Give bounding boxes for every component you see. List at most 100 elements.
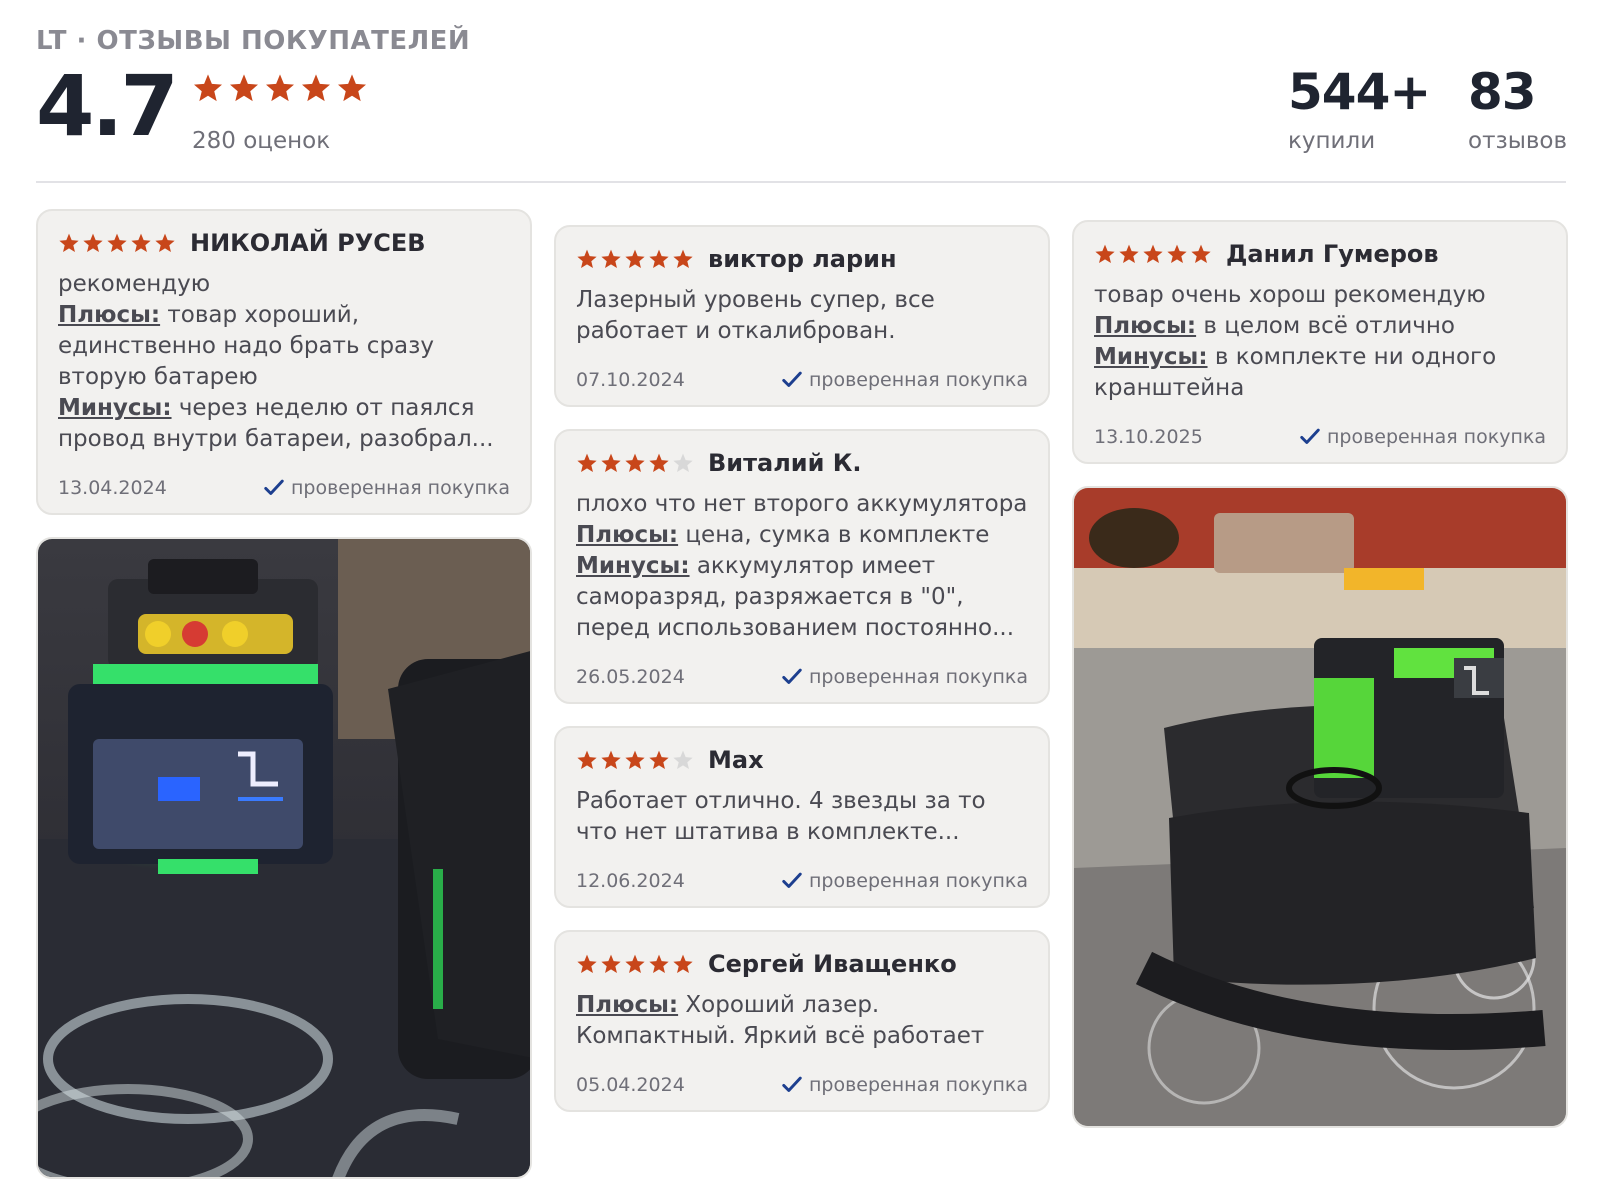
- verified-label: проверенная покупка: [808, 666, 1028, 688]
- star-filled-icon: [1094, 243, 1116, 265]
- review-stars: [58, 232, 176, 254]
- check-icon: [781, 1074, 803, 1096]
- review-text: плохо что нет второго аккумулятора Плюсы…: [576, 489, 1028, 644]
- star-filled-icon: [576, 749, 598, 771]
- laser-level-photo-icon: [38, 539, 530, 1177]
- star-filled-icon: [576, 248, 598, 270]
- star-filled-icon: [600, 248, 622, 270]
- review-photo[interactable]: [1072, 486, 1568, 1128]
- reviews-column-2: виктор ларин Лазерный уровень супер, все…: [554, 225, 1050, 1134]
- review-author: НИКОЛАЙ РУСЕВ: [190, 229, 426, 257]
- verified-label: проверенная покупка: [1326, 426, 1546, 448]
- star-empty-icon: [672, 452, 694, 474]
- star-filled-icon: [672, 953, 694, 975]
- review-author: Данил Гумеров: [1226, 240, 1439, 268]
- brand-title: LT · ОТЗЫВЫ ПОКУПАТЕЛЕЙ: [36, 26, 471, 56]
- review-photo[interactable]: [36, 537, 532, 1179]
- review-card[interactable]: Сергей Иващенко Плюсы: Хороший лазер. Ко…: [554, 930, 1050, 1112]
- check-icon: [781, 369, 803, 391]
- review-author: Виталий К.: [708, 449, 862, 477]
- verified-label: проверенная покупка: [808, 1074, 1028, 1096]
- star-filled-icon: [106, 232, 128, 254]
- check-icon: [781, 666, 803, 688]
- verified-label: проверенная покупка: [290, 477, 510, 499]
- star-filled-icon: [300, 72, 332, 104]
- rating-summary: LT · ОТЗЫВЫ ПОКУПАТЕЛЕЙ 4.7 280 оценок 5…: [36, 0, 1567, 182]
- star-filled-icon: [1118, 243, 1140, 265]
- bought-stat: 544+ купили: [1288, 62, 1431, 154]
- reviews-count: 83: [1468, 63, 1537, 121]
- rating-count: 280 оценок: [192, 128, 331, 154]
- star-filled-icon: [1190, 243, 1212, 265]
- review-card[interactable]: виктор ларин Лазерный уровень супер, все…: [554, 225, 1050, 407]
- review-card[interactable]: НИКОЛАЙ РУСЕВ рекомендую Плюсы: товар хо…: [36, 209, 532, 515]
- star-filled-icon: [154, 232, 176, 254]
- review-date: 13.10.2025: [1094, 426, 1203, 448]
- review-author: Max: [708, 746, 764, 774]
- divider: [36, 181, 1566, 183]
- pros-text: цена, сумка в комплекте: [678, 522, 990, 548]
- review-comment: плохо что нет второго аккумулятора: [576, 491, 1028, 517]
- verified-badge: проверенная покупка: [781, 666, 1028, 688]
- star-filled-icon: [576, 452, 598, 474]
- review-comment: Лазерный уровень супер, все работает и о…: [576, 287, 935, 344]
- star-filled-icon: [648, 953, 670, 975]
- check-icon: [1299, 426, 1321, 448]
- cons-label: Минусы:: [1094, 344, 1208, 370]
- review-card[interactable]: Max Работает отлично. 4 звезды за то что…: [554, 726, 1050, 908]
- star-filled-icon: [228, 72, 260, 104]
- verified-badge: проверенная покупка: [781, 369, 1028, 391]
- star-filled-icon: [130, 232, 152, 254]
- check-icon: [263, 477, 285, 499]
- verified-label: проверенная покупка: [808, 369, 1028, 391]
- pros-label: Плюсы:: [576, 992, 679, 1018]
- star-empty-icon: [672, 749, 694, 771]
- average-rating: 4.7: [36, 57, 179, 155]
- star-filled-icon: [672, 248, 694, 270]
- review-stars: [576, 953, 694, 975]
- review-comment: товар очень хорош рекомендую: [1094, 282, 1486, 308]
- pros-label: Плюсы:: [576, 522, 679, 548]
- pros-label: Плюсы:: [58, 302, 161, 328]
- verified-badge: проверенная покупка: [1299, 426, 1546, 448]
- review-text: Плюсы: Хороший лазер. Компактный. Яркий …: [576, 990, 1028, 1052]
- review-text: Работает отлично. 4 звезды за то что нет…: [576, 786, 1028, 848]
- cons-label: Минусы:: [576, 553, 690, 579]
- review-text: рекомендую Плюсы: товар хороший, единств…: [58, 269, 510, 455]
- star-filled-icon: [648, 749, 670, 771]
- star-filled-icon: [600, 452, 622, 474]
- reviews-column-3: Данил Гумеров товар очень хорош рекоменд…: [1072, 220, 1568, 1128]
- review-date: 07.10.2024: [576, 369, 685, 391]
- review-card[interactable]: Данил Гумеров товар очень хорош рекоменд…: [1072, 220, 1568, 464]
- review-stars: [576, 248, 694, 270]
- star-filled-icon: [58, 232, 80, 254]
- review-card[interactable]: Виталий К. плохо что нет второго аккумул…: [554, 429, 1050, 704]
- review-author: виктор ларин: [708, 245, 897, 273]
- star-filled-icon: [336, 72, 368, 104]
- star-filled-icon: [192, 72, 224, 104]
- verified-badge: проверенная покупка: [781, 1074, 1028, 1096]
- star-filled-icon: [1166, 243, 1188, 265]
- review-stars: [1094, 243, 1212, 265]
- reviews-stat[interactable]: 83 отзывов: [1468, 62, 1567, 154]
- verified-badge: проверенная покупка: [263, 477, 510, 499]
- star-filled-icon: [82, 232, 104, 254]
- star-filled-icon: [600, 749, 622, 771]
- star-filled-icon: [1142, 243, 1164, 265]
- verified-badge: проверенная покупка: [781, 870, 1028, 892]
- review-stars: [576, 452, 694, 474]
- verified-label: проверенная покупка: [808, 870, 1028, 892]
- reviews-label: отзывов: [1468, 128, 1568, 154]
- star-filled-icon: [624, 749, 646, 771]
- star-filled-icon: [648, 248, 670, 270]
- star-filled-icon: [576, 953, 598, 975]
- check-icon: [781, 870, 803, 892]
- review-comment: Работает отлично. 4 звезды за то что нет…: [576, 788, 986, 845]
- pros-text: в целом всё отлично: [1196, 313, 1455, 339]
- laser-level-in-bag-photo-icon: [1074, 488, 1566, 1126]
- bought-label: купили: [1288, 128, 1376, 154]
- review-text: товар очень хорош рекомендую Плюсы: в це…: [1094, 280, 1546, 404]
- review-date: 12.06.2024: [576, 870, 685, 892]
- star-filled-icon: [624, 452, 646, 474]
- pros-label: Плюсы:: [1094, 313, 1197, 339]
